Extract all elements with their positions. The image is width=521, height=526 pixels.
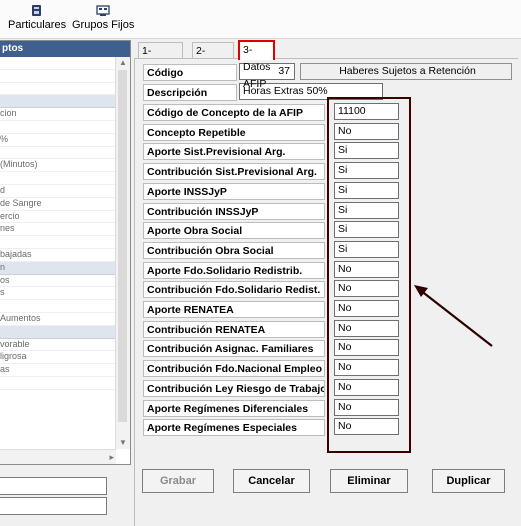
- list-item[interactable]: os: [0, 275, 130, 288]
- afip-field-value[interactable]: No: [334, 261, 399, 278]
- afip-field-value[interactable]: No: [334, 280, 399, 297]
- codigo-description: Haberes Sujetos a Retención: [300, 63, 512, 80]
- afip-field-label: Aporte Regímenes Especiales: [143, 419, 325, 436]
- list-item[interactable]: [0, 57, 130, 70]
- afip-field-label: Aporte Regímenes Diferenciales: [143, 400, 325, 417]
- list-item[interactable]: [0, 172, 130, 185]
- afip-field-value[interactable]: 11100: [334, 103, 399, 120]
- list-item[interactable]: %: [0, 134, 130, 147]
- grabar-button[interactable]: Grabar: [142, 469, 214, 493]
- tab-datos-afip[interactable]: 3- Datos AFIP: [238, 40, 276, 90]
- tab-auxiliar[interactable]: 2- Auxiliar: [192, 42, 235, 73]
- afip-field-value[interactable]: No: [334, 379, 399, 396]
- codigo-label: Código: [143, 64, 237, 81]
- afip-field-label: Contribución INSSJyP: [143, 203, 325, 220]
- scroll-right-icon[interactable]: ▸: [109, 450, 114, 464]
- list-item[interactable]: [0, 300, 130, 313]
- grupos-fijos-icon: [96, 5, 110, 16]
- afip-field-label: Aporte Fdo.Solidario Redistrib.: [143, 262, 325, 279]
- list-item[interactable]: [0, 147, 130, 160]
- descripcion-label: Descripción: [143, 84, 237, 101]
- list-item[interactable]: [0, 70, 130, 83]
- list-item[interactable]: Aumentos: [0, 313, 130, 326]
- afip-field-value[interactable]: No: [334, 320, 399, 337]
- list-item[interactable]: [0, 121, 130, 134]
- particulares-icon: [32, 5, 42, 16]
- afip-field-value[interactable]: Si: [334, 202, 399, 219]
- list-item[interactable]: de Sangre: [0, 198, 130, 211]
- afip-field-label: Contribución Fdo.Solidario Redist.: [143, 281, 325, 298]
- list-item[interactable]: [0, 236, 130, 249]
- vertical-scrollbar[interactable]: ▲ ▼: [115, 57, 130, 449]
- list-item[interactable]: s: [0, 287, 130, 301]
- list-item[interactable]: d: [0, 185, 130, 198]
- left-input-1[interactable]: [0, 477, 107, 495]
- afip-field-label: Contribución Ley Riesgo de Trabajo: [143, 380, 325, 397]
- tab-general[interactable]: 1- General: [138, 42, 184, 73]
- afip-field-value[interactable]: No: [334, 339, 399, 356]
- afip-field-label: Concepto Repetible: [143, 124, 325, 141]
- horizontal-scrollbar[interactable]: ▸: [0, 449, 116, 464]
- list-item[interactable]: bajadas: [0, 249, 130, 262]
- afip-field-label: Contribución Asignac. Familiares: [143, 340, 325, 357]
- afip-field-value[interactable]: Si: [334, 142, 399, 159]
- concept-list[interactable]: ptos cion% (Minutos) d de Sangre ercio nes baj…: [0, 40, 131, 465]
- afip-field-value[interactable]: Si: [334, 182, 399, 199]
- duplicar-button[interactable]: Duplicar: [432, 469, 505, 493]
- afip-field-value[interactable]: No: [334, 123, 399, 140]
- afip-field-label: Aporte Sist.Previsional Arg.: [143, 143, 325, 160]
- list-item[interactable]: [0, 95, 130, 109]
- afip-field-value[interactable]: Si: [334, 221, 399, 238]
- left-input-2[interactable]: [0, 497, 107, 515]
- list-item[interactable]: as: [0, 364, 130, 377]
- list-item[interactable]: [0, 325, 130, 339]
- eliminar-button[interactable]: Eliminar: [330, 469, 408, 493]
- afip-field-label: Contribución Fdo.Nacional Empleo: [143, 360, 325, 377]
- list-item[interactable]: (Minutos): [0, 159, 130, 173]
- concept-list-pane: ptos cion% (Minutos) d de Sangre ercio nes baj…: [0, 40, 131, 525]
- cancelar-button[interactable]: Cancelar: [233, 469, 310, 493]
- list-item[interactable]: vorable: [0, 339, 130, 352]
- particulares-label: Particulares: [8, 19, 67, 31]
- list-item[interactable]: [0, 377, 130, 390]
- scroll-thumb[interactable]: [118, 70, 127, 422]
- afip-field-value[interactable]: No: [334, 418, 399, 435]
- scroll-down-icon[interactable]: ▼: [116, 437, 130, 449]
- afip-field-value[interactable]: Si: [334, 162, 399, 179]
- list-item[interactable]: nes: [0, 223, 130, 237]
- afip-field-value[interactable]: Si: [334, 241, 399, 258]
- particulares-button[interactable]: Particulares: [8, 4, 66, 31]
- scroll-up-icon[interactable]: ▲: [116, 57, 130, 69]
- grupos-fijos-label: Grupos Fijos: [72, 19, 135, 31]
- grupos-fijos-button[interactable]: Grupos Fijos: [72, 4, 134, 31]
- afip-field-label: Aporte Obra Social: [143, 222, 325, 239]
- list-item[interactable]: ercio: [0, 211, 130, 224]
- list-item[interactable]: [0, 83, 130, 96]
- afip-field-label: Contribución Sist.Previsional Arg.: [143, 163, 325, 180]
- list-item[interactable]: cion: [0, 108, 130, 121]
- afip-field-label: Contribución Obra Social: [143, 242, 325, 259]
- afip-field-value[interactable]: No: [334, 399, 399, 416]
- afip-field-value[interactable]: No: [334, 359, 399, 376]
- afip-field-label: Contribución RENATEA: [143, 321, 325, 338]
- toolbar: Particulares Grupos Fijos: [0, 0, 521, 39]
- concept-list-header: ptos: [0, 41, 130, 57]
- list-item[interactable]: n: [0, 261, 130, 275]
- afip-field-value[interactable]: No: [334, 300, 399, 317]
- list-item[interactable]: ligrosa: [0, 351, 130, 365]
- afip-field-label: Aporte INSSJyP: [143, 183, 325, 200]
- afip-field-label: Aporte RENATEA: [143, 301, 325, 318]
- afip-field-label: Código de Concepto de la AFIP: [143, 104, 325, 121]
